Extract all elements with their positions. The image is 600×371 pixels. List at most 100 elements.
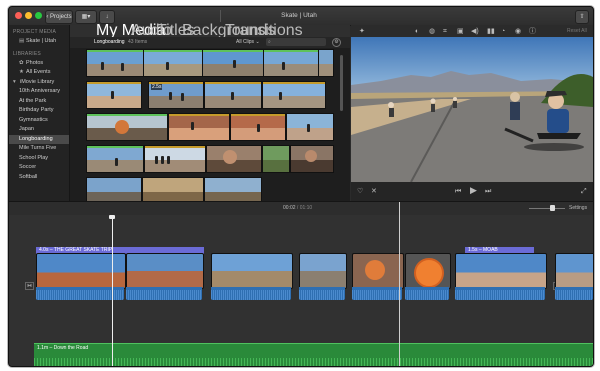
close-window-button[interactable] xyxy=(15,12,22,19)
film-icon: ▤ xyxy=(19,38,25,44)
sidebar-item-gymnastics[interactable]: Gymnastics xyxy=(9,116,69,126)
minimize-window-button[interactable] xyxy=(25,12,32,19)
volume-icon[interactable]: ◀) xyxy=(471,27,479,36)
sidebar-item-10th-anniversary[interactable]: 10th Anniversary xyxy=(9,87,69,97)
event-title: Longboarding xyxy=(94,39,125,45)
media-thumbnail[interactable] xyxy=(86,49,144,77)
orange-wheel xyxy=(365,260,385,280)
info-icon[interactable]: ⓘ xyxy=(529,27,536,36)
reset-all-button[interactable]: Reset All xyxy=(567,28,587,34)
media-browser-toggle[interactable]: ▦▾ xyxy=(75,10,97,24)
search-field[interactable]: ⌕ xyxy=(266,38,326,46)
playhead[interactable] xyxy=(112,215,113,366)
speed-icon[interactable]: ◔ xyxy=(501,27,505,36)
viewer-frame xyxy=(351,37,593,182)
media-thumbnail[interactable] xyxy=(86,145,144,173)
media-thumbnail[interactable] xyxy=(318,49,334,77)
clip-filter-icon[interactable]: ◉ xyxy=(515,27,521,36)
media-thumbnail[interactable] xyxy=(286,113,334,141)
browser-header: Longboarding 43 Items All Clips ⌄ ⌕ ⚙ xyxy=(70,37,350,48)
orange-wheel xyxy=(414,258,444,288)
sidebar-item-all-events[interactable]: ★ All Events xyxy=(9,68,69,78)
background-music-clip[interactable]: 1.1m – Down the Road xyxy=(34,343,593,366)
sidebar-item-project[interactable]: ▤ Skate | Utah xyxy=(9,37,69,47)
media-thumbnail[interactable] xyxy=(206,145,262,173)
media-thumbnail[interactable] xyxy=(168,113,230,141)
crop-icon[interactable]: ⌗ xyxy=(443,27,447,36)
sidebar-item-softball[interactable]: Softball xyxy=(9,173,69,183)
timeline[interactable]: 4.0s – THE GREAT SKATE TRIP 1.5s – MOAB … xyxy=(9,202,593,366)
timeline-clip[interactable] xyxy=(126,253,204,289)
sidebar-item-birthday-party[interactable]: Birthday Party xyxy=(9,106,69,116)
timeline-settings-button[interactable]: Settings xyxy=(569,205,587,211)
play-icon[interactable]: ▶ xyxy=(470,186,477,195)
playhead-handle[interactable] xyxy=(109,215,115,219)
media-thumbnail[interactable]: 2.5s xyxy=(148,81,204,109)
share-button[interactable]: ⇧ xyxy=(575,10,589,24)
color-correction-icon[interactable]: ◍ xyxy=(429,27,435,36)
media-tab-bar: My Media Audio Titles Backgrounds Transi… xyxy=(70,23,350,39)
tab-transitions[interactable]: Transitions xyxy=(225,23,303,39)
face-silhouette xyxy=(223,150,237,164)
zoom-slider-knob[interactable] xyxy=(550,205,555,211)
face-silhouette xyxy=(305,150,317,162)
audio-waveform xyxy=(211,287,291,300)
reject-x-icon[interactable]: ✕ xyxy=(371,187,377,196)
video-viewer[interactable] xyxy=(351,37,593,182)
media-thumbnail[interactable] xyxy=(86,81,142,109)
skimmer-line xyxy=(399,202,400,366)
timeline-clip[interactable] xyxy=(352,253,404,289)
sidebar-item-at-the-park[interactable]: At the Park xyxy=(9,97,69,107)
sidebar-item-soccer[interactable]: Soccer xyxy=(9,163,69,173)
media-thumbnail[interactable] xyxy=(262,145,290,173)
media-thumbnail[interactable] xyxy=(204,81,262,109)
audio-waveform xyxy=(352,287,402,300)
media-thumbnail[interactable] xyxy=(202,49,264,77)
audio-waveform xyxy=(405,287,449,300)
audio-waveform xyxy=(36,287,124,300)
clip-filter-select[interactable]: All Clips ⌄ xyxy=(236,39,260,45)
settings-gear-icon[interactable]: ⚙ xyxy=(332,38,341,47)
sidebar-item-mile-turns-five[interactable]: Mile Turns Five xyxy=(9,144,69,154)
media-thumbnail[interactable] xyxy=(230,113,286,141)
zoom-slider-track[interactable] xyxy=(529,208,565,209)
item-count: 43 Items xyxy=(128,39,148,45)
transition-icon[interactable]: ⧓ xyxy=(25,282,34,290)
audio-waveform xyxy=(299,287,345,300)
sidebar-item-school-play[interactable]: School Play xyxy=(9,154,69,164)
timeline-clip[interactable] xyxy=(455,253,547,289)
noise-reduction-icon[interactable]: ▮▮ xyxy=(487,27,495,36)
magic-wand-icon[interactable]: ✦ xyxy=(359,27,365,36)
sidebar-item-longboarding[interactable]: Longboarding xyxy=(9,134,69,144)
media-thumbnail[interactable] xyxy=(263,49,319,77)
favorite-heart-icon[interactable]: ♡ xyxy=(357,187,363,196)
adjustments-bar: ✦ ◐ ◍ ⌗ ▣ ◀) ▮▮ ◔ ◉ ⓘ Reset All xyxy=(351,25,593,37)
media-thumbnail[interactable] xyxy=(262,81,326,109)
search-icon: ⌕ xyxy=(268,39,271,45)
toolbar-divider xyxy=(220,10,221,22)
stabilization-icon[interactable]: ▣ xyxy=(457,27,464,36)
media-thumbnail[interactable] xyxy=(144,145,206,173)
duration-badge: 2.5s xyxy=(151,84,163,90)
timecode-current: 00:02 xyxy=(283,205,296,211)
timeline-clip[interactable] xyxy=(211,253,293,289)
sidebar-item-imovie-library[interactable]: ▾ iMovie Library xyxy=(9,78,69,88)
fullscreen-icon[interactable]: ⤢ xyxy=(581,187,587,196)
skip-back-icon[interactable]: ⏮ xyxy=(455,187,461,196)
sidebar-item-japan[interactable]: Japan xyxy=(9,125,69,135)
media-thumbnail[interactable] xyxy=(290,145,334,173)
media-thumbnail[interactable] xyxy=(86,113,168,141)
disclosure-triangle-icon: ▾ xyxy=(13,78,16,85)
timeline-header: 00:02 / 01:10 Settings xyxy=(9,201,593,216)
timeline-clip[interactable] xyxy=(405,253,451,289)
timeline-clip[interactable] xyxy=(299,253,347,289)
browser-scrollbar[interactable] xyxy=(340,55,343,111)
color-balance-icon[interactable]: ◐ xyxy=(415,27,419,36)
sidebar-item-photos[interactable]: ✿ Photos xyxy=(9,59,69,69)
zoom-window-button[interactable] xyxy=(35,12,42,19)
projects-button[interactable]: ‹ Projects xyxy=(45,10,73,24)
skip-forward-icon[interactable]: ⏭ xyxy=(485,187,491,196)
media-thumbnail[interactable] xyxy=(143,49,203,77)
timeline-clip[interactable] xyxy=(555,253,593,289)
photos-icon: ✿ xyxy=(19,59,24,66)
